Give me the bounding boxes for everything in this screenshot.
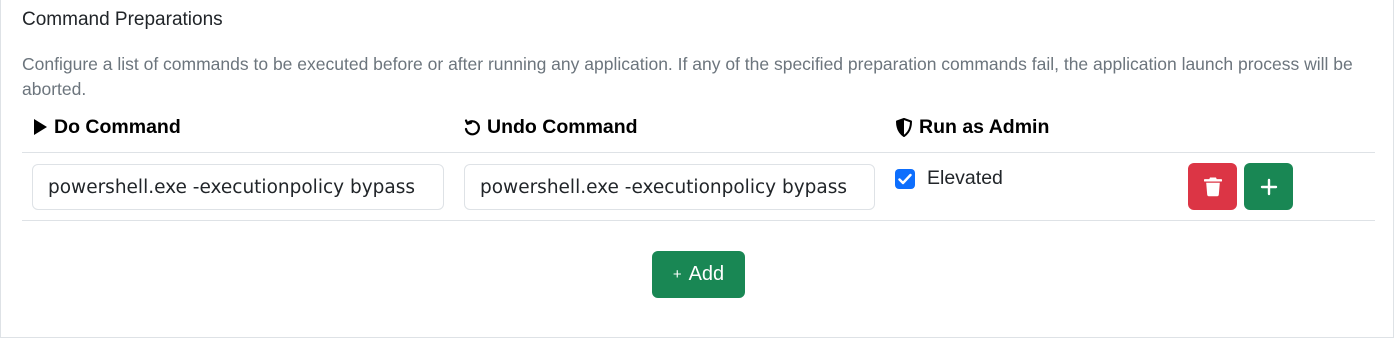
undo-icon <box>463 118 481 136</box>
table-row: Elevated <box>22 153 1375 221</box>
add-button-label: Add <box>688 263 725 285</box>
plus-icon <box>1260 178 1277 195</box>
add-plus-glyph: + <box>672 266 682 283</box>
play-icon <box>32 118 48 136</box>
section-title: Command Preparations <box>22 9 223 30</box>
header-do-command: Do Command <box>32 115 181 139</box>
insert-row-button[interactable] <box>1244 163 1293 210</box>
do-command-input[interactable] <box>32 164 444 210</box>
header-undo-label: Undo Command <box>487 116 638 138</box>
command-preparations-panel: Command Preparations Configure a list of… <box>0 0 1394 338</box>
header-admin-label: Run as Admin <box>919 116 1050 138</box>
check-icon <box>898 173 912 184</box>
section-description: Configure a list of commands to be execu… <box>22 54 1353 99</box>
shield-icon <box>895 117 913 137</box>
add-command-button[interactable]: + Add <box>652 251 745 298</box>
table-header: Do Command Undo Command Run as Admin <box>22 110 1375 153</box>
elevated-checkbox[interactable] <box>895 168 915 189</box>
header-run-as-admin: Run as Admin <box>895 115 1049 139</box>
elevated-label: Elevated <box>927 167 1003 189</box>
trash-icon <box>1203 177 1222 197</box>
elevated-checkbox-group: Elevated <box>895 167 1003 190</box>
header-undo-command: Undo Command <box>463 115 638 139</box>
delete-row-button[interactable] <box>1188 163 1237 210</box>
commands-table: Do Command Undo Command Run as Admin pow… <box>22 110 1375 221</box>
header-do-label: Do Command <box>54 116 181 138</box>
undo-command-input[interactable] <box>464 164 875 210</box>
